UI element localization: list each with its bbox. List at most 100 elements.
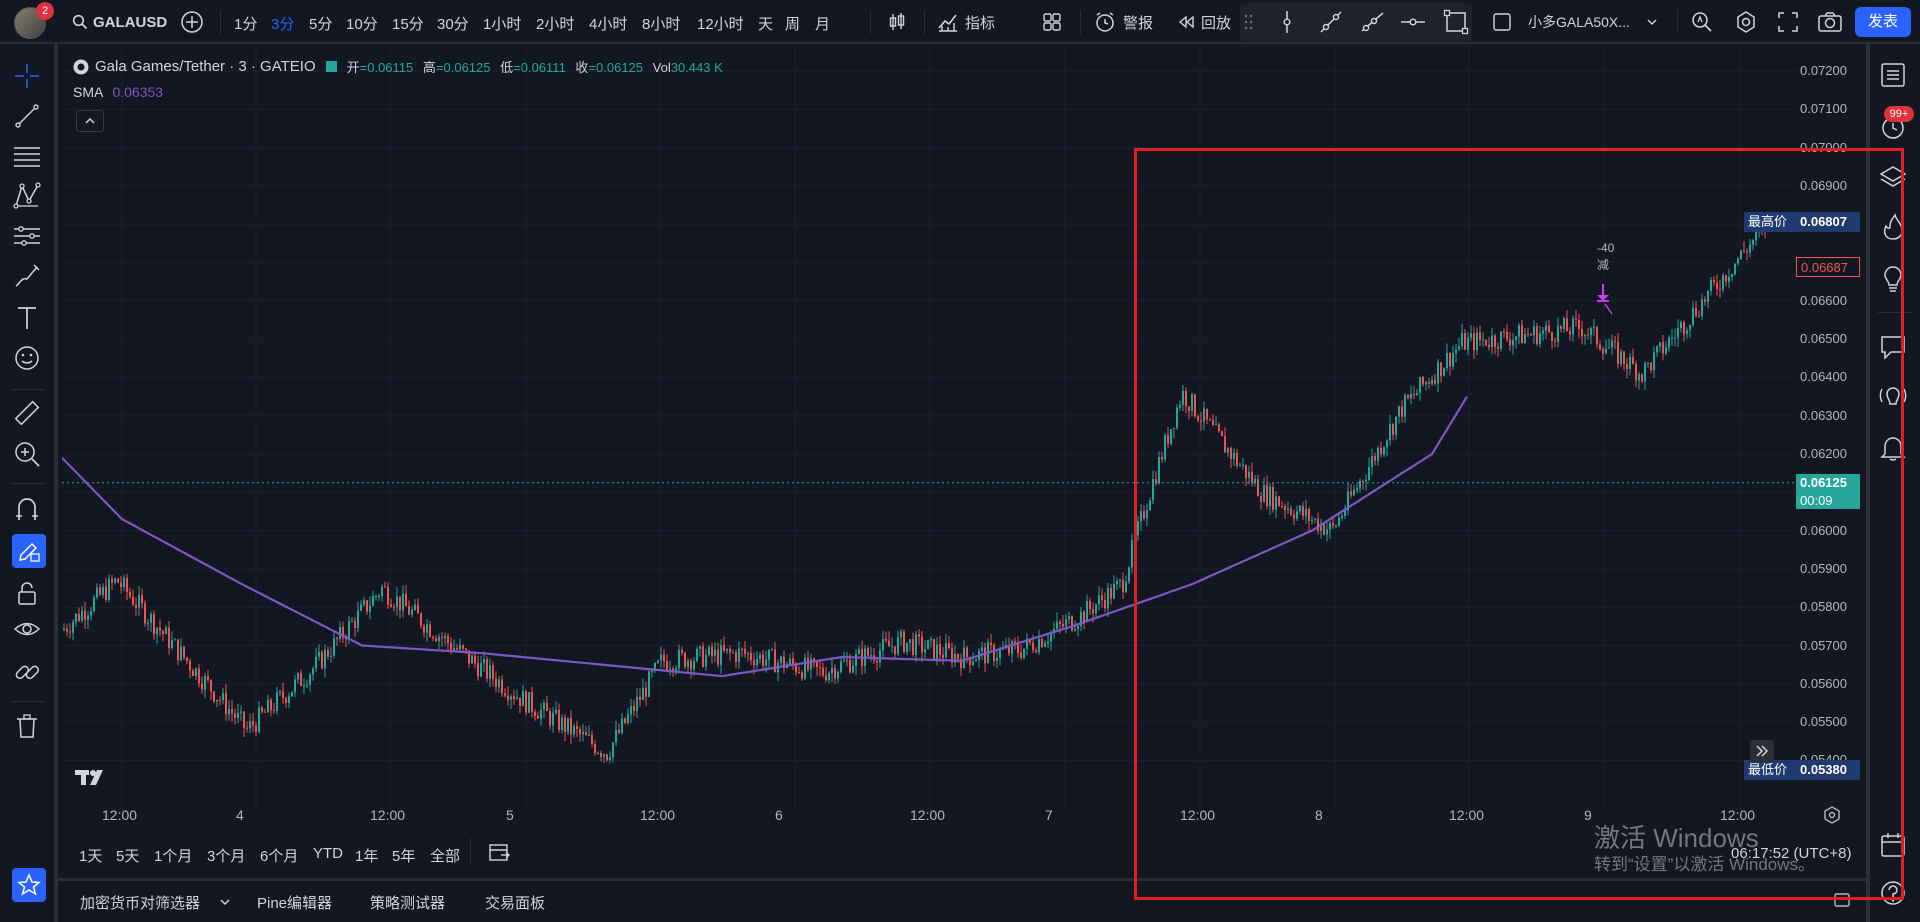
candle-body — [1665, 347, 1667, 354]
range-item[interactable]: 6个月 — [260, 845, 298, 866]
timeframe-month[interactable]: 月 — [815, 13, 830, 34]
tab-crypto-screener[interactable]: 加密货币对筛选器 — [80, 892, 200, 913]
lock-icon[interactable] — [12, 578, 42, 608]
layout-select[interactable]: 小多GALA50X... — [1492, 0, 1658, 44]
range-item[interactable]: 全部 — [430, 845, 460, 866]
candle-body — [705, 654, 707, 667]
price-scale-label: 0.06400 — [1800, 369, 1847, 385]
bar-countdown: 00:09 — [1796, 492, 1860, 509]
candle-body — [72, 622, 74, 633]
fullscreen-icon[interactable] — [1777, 11, 1799, 33]
brush-icon[interactable] — [12, 261, 42, 291]
chat-icon[interactable] — [1878, 332, 1908, 362]
candle-body — [1617, 341, 1619, 364]
legend-collapse-button[interactable] — [76, 110, 104, 132]
candle-body — [981, 647, 983, 651]
candle-body — [828, 673, 830, 680]
pattern-tool-icon[interactable] — [12, 181, 42, 211]
keep-drawing-toggle[interactable] — [12, 534, 46, 568]
sma-legend[interactable]: SMA 0.06353 — [73, 84, 163, 100]
range-item[interactable]: 5年 — [392, 845, 415, 866]
help-icon[interactable] — [1878, 878, 1908, 908]
fib-retracement-icon[interactable] — [12, 141, 42, 171]
range-item[interactable]: YTD — [313, 845, 343, 862]
watchlist-star-button[interactable] — [12, 868, 46, 902]
candle-body — [153, 614, 155, 635]
timeframe-12h[interactable]: 12小时 — [697, 13, 744, 34]
alert-button[interactable]: 警报 — [1093, 0, 1153, 44]
candle-body — [585, 731, 587, 736]
chart-type-button[interactable] — [886, 0, 908, 44]
vertical-line-icon[interactable] — [1277, 10, 1297, 34]
candle-body — [714, 649, 716, 656]
tab-trading-panel[interactable]: 交易面板 — [485, 892, 545, 913]
crosshair-icon[interactable] — [12, 61, 42, 91]
scroll-to-realtime-button[interactable] — [1750, 740, 1774, 762]
tab-pine-editor[interactable]: Pine编辑器 — [257, 892, 332, 913]
ray-icon[interactable] — [1359, 9, 1385, 35]
candle-body — [531, 692, 533, 712]
text-tool-icon[interactable] — [12, 303, 42, 333]
tab-strategy-tester[interactable]: 策略测试器 — [370, 892, 445, 913]
price-chart[interactable] — [62, 48, 1797, 840]
candle-body — [1059, 621, 1061, 625]
candle-body — [762, 654, 764, 666]
trash-icon[interactable] — [12, 711, 42, 741]
floating-drawing-toolbar — [1240, 3, 1472, 41]
trend-line-tool-icon[interactable] — [12, 101, 42, 131]
layers-icon[interactable] — [1878, 162, 1908, 192]
timeframe-2h[interactable]: 2小时 — [536, 13, 574, 34]
prediction-tool-icon[interactable] — [12, 221, 42, 251]
timeframe-30m[interactable]: 30分 — [437, 13, 469, 34]
ideas-lightbulb-icon[interactable] — [1878, 264, 1908, 294]
chevron-down-icon[interactable] — [219, 896, 231, 908]
candle-body — [735, 652, 737, 663]
range-item[interactable]: 5天 — [116, 845, 139, 866]
maximize-panel-icon[interactable] — [1832, 890, 1852, 910]
axis-settings-icon[interactable] — [1822, 805, 1842, 825]
go-to-date-icon[interactable] — [487, 841, 511, 863]
timeframe-10m[interactable]: 10分 — [346, 13, 378, 34]
timeframe-day[interactable]: 天 — [758, 13, 773, 34]
camera-icon[interactable] — [1817, 10, 1843, 34]
candle-body — [150, 614, 152, 623]
timeframe-4h[interactable]: 4小时 — [589, 13, 627, 34]
rectangle-icon[interactable] — [1443, 9, 1469, 35]
timeframe-week[interactable]: 周 — [785, 13, 800, 34]
settings-icon[interactable] — [1734, 10, 1758, 34]
hotlists-flame-icon[interactable] — [1878, 212, 1908, 242]
timeframe-1h[interactable]: 1小时 — [483, 13, 521, 34]
magnet-icon[interactable] — [12, 494, 42, 524]
notifications-bell-icon[interactable] — [1878, 432, 1908, 462]
zoom-in-icon[interactable] — [12, 439, 42, 469]
horizontal-line-icon[interactable] — [1400, 10, 1426, 34]
eye-icon[interactable] — [12, 614, 42, 644]
emoji-icon[interactable] — [12, 343, 42, 373]
replay-button[interactable]: 回放 — [1177, 0, 1231, 44]
symbol-search[interactable]: GALAUSD — [72, 0, 167, 44]
timeframe-1m[interactable]: 1分 — [234, 13, 257, 34]
range-item[interactable]: 1天 — [79, 845, 102, 866]
candle-body — [462, 645, 464, 649]
timeframe-15m[interactable]: 15分 — [392, 13, 424, 34]
trend-line-icon[interactable] — [1318, 9, 1344, 35]
timeframe-8h[interactable]: 8小时 — [642, 13, 680, 34]
timeframe-5m[interactable]: 5分 — [309, 13, 332, 34]
indicators-button[interactable]: 指标 — [937, 0, 995, 44]
candle-body — [378, 595, 380, 597]
range-item[interactable]: 1个月 — [154, 845, 192, 866]
publish-button[interactable]: 发表 — [1855, 7, 1911, 37]
link-icon[interactable] — [12, 657, 42, 687]
range-item[interactable]: 1年 — [355, 845, 378, 866]
ruler-icon[interactable] — [12, 398, 42, 428]
range-item[interactable]: 3个月 — [207, 845, 245, 866]
compare-add-button[interactable] — [180, 0, 204, 44]
drag-handle-icon[interactable] — [1244, 13, 1254, 31]
calendar-icon[interactable] — [1878, 830, 1908, 860]
quick-search-icon[interactable] — [1690, 10, 1714, 34]
streams-icon[interactable] — [1878, 382, 1908, 412]
timeframe-3m[interactable]: 3分 — [271, 13, 294, 34]
candle-body — [144, 603, 146, 624]
layouts-button[interactable] — [1041, 0, 1063, 44]
watchlist-icon[interactable] — [1878, 60, 1908, 90]
